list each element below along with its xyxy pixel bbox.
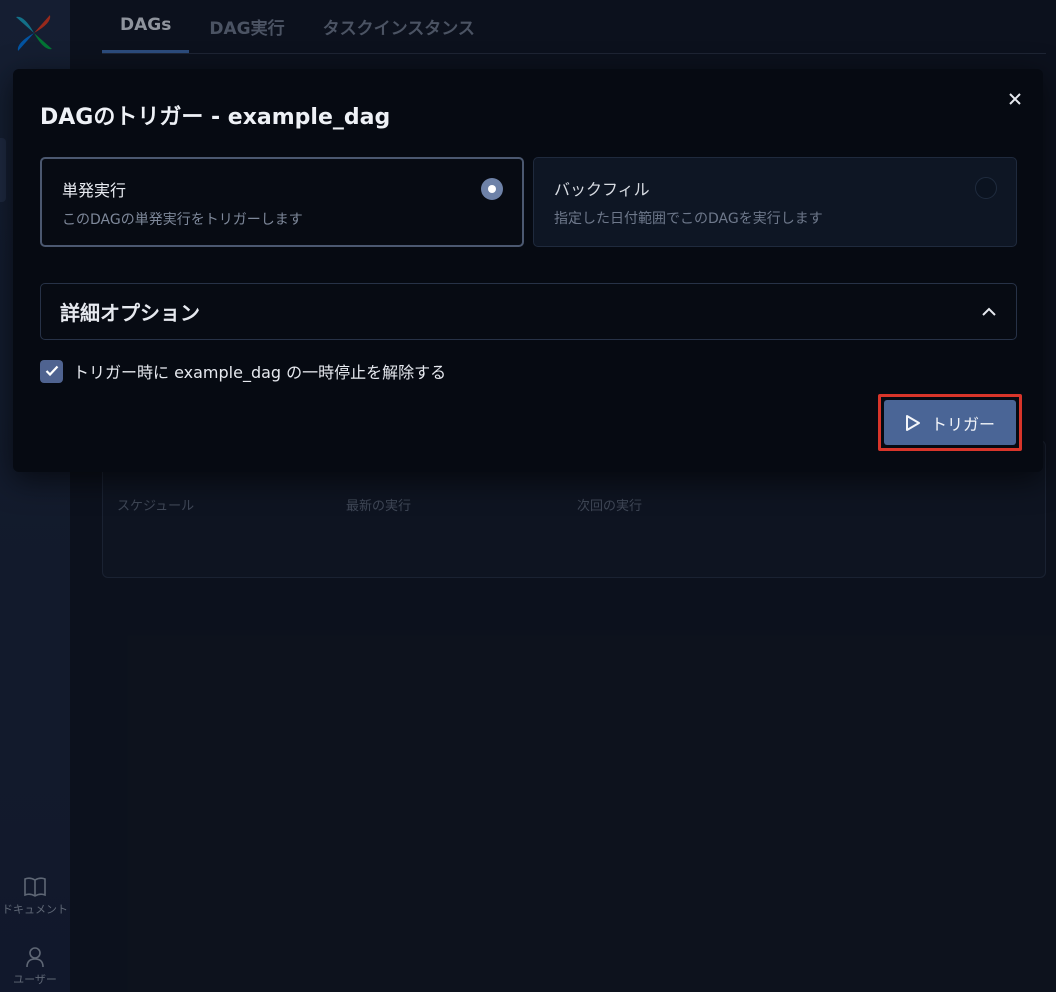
unpause-option: トリガー時に example_dag の一時停止を解除する <box>40 359 446 383</box>
chevron-up-icon <box>982 307 996 316</box>
option-backfill-description: 指定した日付範囲でこのDAGを実行します <box>554 211 823 227</box>
option-single-run[interactable]: 単発実行 このDAGの単発実行をトリガーします <box>40 157 524 247</box>
option-single-description: このDAGの単発実行をトリガーします <box>62 212 303 228</box>
trigger-button-highlight: トリガー <box>878 394 1022 451</box>
radio-backfill[interactable] <box>975 177 997 199</box>
close-button[interactable] <box>1005 89 1025 109</box>
checkmark-icon <box>45 365 58 377</box>
advanced-options-accordion[interactable]: 詳細オプション <box>40 283 1017 340</box>
play-icon <box>905 414 920 431</box>
trigger-button[interactable]: トリガー <box>884 400 1016 445</box>
advanced-options-title: 詳細オプション <box>60 301 200 325</box>
close-icon <box>1009 93 1021 105</box>
trigger-dag-modal: DAGのトリガー - example_dag 単発実行 このDAGの単発実行をト… <box>13 69 1043 472</box>
option-backfill-title: バックフィル <box>554 180 650 199</box>
radio-single-run[interactable] <box>481 178 503 200</box>
option-single-title: 単発実行 <box>62 181 127 200</box>
unpause-label: トリガー時に example_dag の一時停止を解除する <box>73 363 447 382</box>
option-backfill[interactable]: バックフィル 指定した日付範囲でこのDAGを実行します <box>533 157 1017 247</box>
trigger-button-label: トリガー <box>930 414 995 434</box>
unpause-checkbox[interactable] <box>40 359 63 383</box>
modal-title: DAGのトリガー - example_dag <box>40 105 391 130</box>
